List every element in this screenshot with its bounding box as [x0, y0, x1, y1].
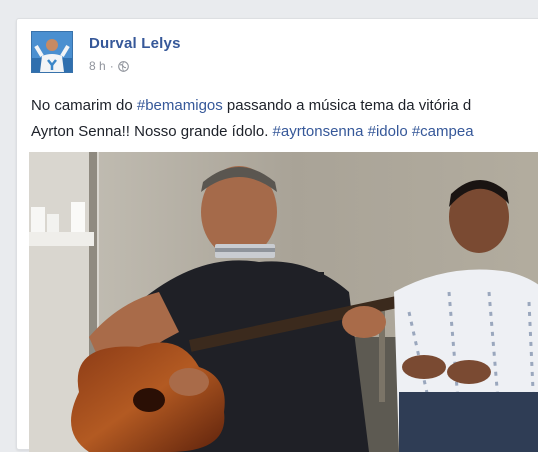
post-text-line-1: No camarim do #bemamigos passando a músi…: [31, 93, 538, 119]
post-card: Durval Lelys 8 h · No camarim do #bemami…: [16, 18, 538, 452]
video-player[interactable]: [29, 152, 538, 452]
hashtag-ayrtonsenna[interactable]: #ayrtonsenna: [273, 123, 364, 140]
post-time[interactable]: 8 h: [89, 59, 106, 73]
post-text: No camarim do #bemamigos passando a músi…: [31, 93, 538, 145]
text-segment: passando a música tema da vitória d: [222, 97, 472, 114]
post-text-line-2: Ayrton Senna!! Nosso grande ídolo. #ayrt…: [31, 119, 538, 145]
globe-icon[interactable]: [117, 60, 129, 72]
author-name[interactable]: Durval Lelys: [89, 35, 181, 52]
post-meta: 8 h ·: [89, 59, 129, 73]
hashtag-bemamigos[interactable]: #bemamigos: [137, 97, 223, 114]
text-segment: Ayrton Senna!! Nosso grande ídolo.: [31, 123, 273, 140]
hashtag-campea[interactable]: #campea: [412, 123, 474, 140]
avatar[interactable]: [31, 31, 73, 73]
hashtag-idolo[interactable]: #idolo: [368, 123, 408, 140]
text-segment: No camarim do: [31, 97, 137, 114]
meta-separator: ·: [109, 59, 114, 73]
